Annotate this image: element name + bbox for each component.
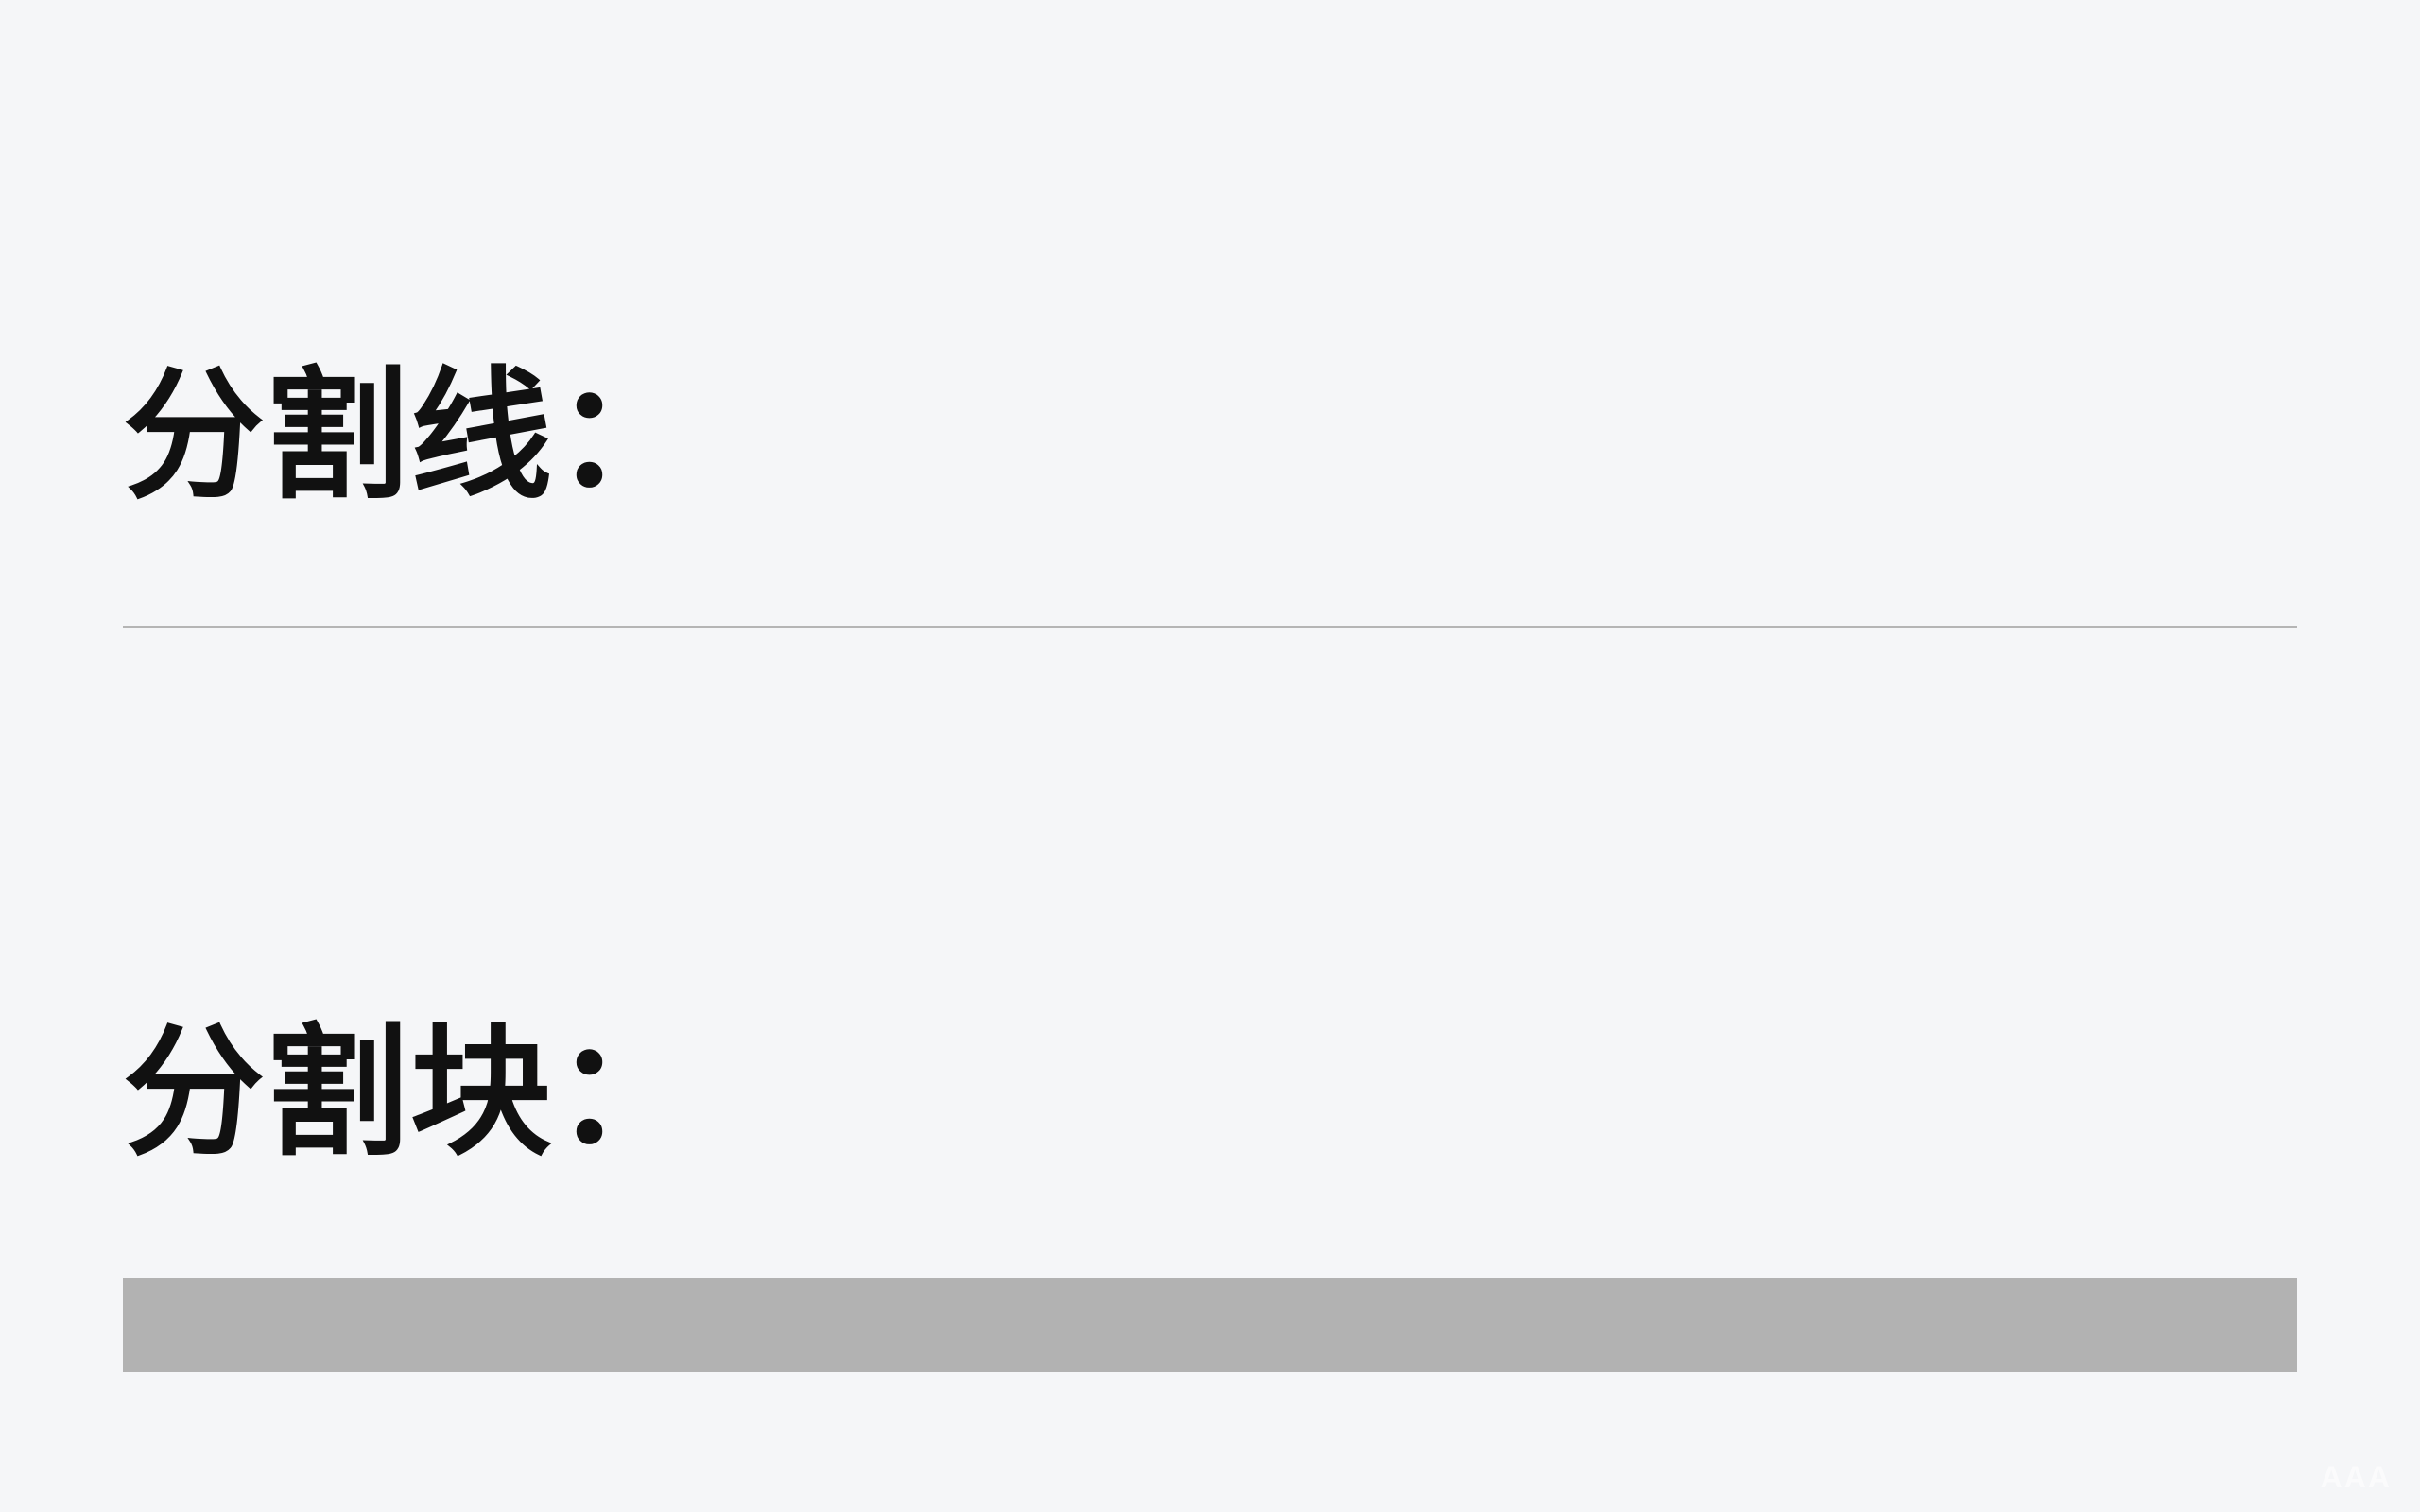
divider-line-heading: 分割线： <box>123 321 2297 526</box>
divider-block-heading: 分割块： <box>123 978 2297 1183</box>
divider-line-section: 分割线： <box>123 0 2297 628</box>
watermark: AAA <box>2321 1460 2392 1495</box>
divider-block-example <box>123 1278 2297 1372</box>
divider-block-section: 分割块： <box>123 628 2297 1372</box>
